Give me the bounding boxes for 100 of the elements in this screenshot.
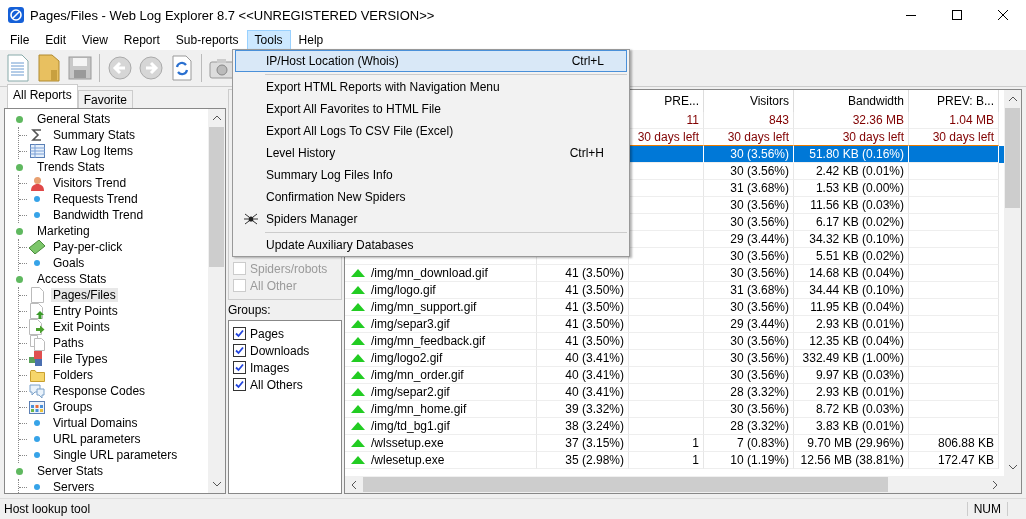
status-text: Host lookup tool: [4, 502, 92, 516]
scrollbar-thumb[interactable]: [363, 477, 888, 492]
scroll-down-icon[interactable]: [212, 482, 221, 487]
table-cell: 37 (3.15%): [565, 436, 624, 450]
checkbox-label[interactable]: Images: [250, 360, 290, 375]
tree-item[interactable]: Exit Points: [51, 320, 112, 334]
tree-item[interactable]: Pages/Files: [51, 288, 118, 302]
checkbox[interactable]: [233, 327, 246, 340]
total-cell: 1.04 MB: [909, 112, 999, 129]
tree-group[interactable]: Access Stats: [35, 272, 109, 286]
table-row[interactable]: /img/separ2.gif 40 (3.41%) 28 (3.32%) 2.93 KB (0.01%): [345, 384, 1004, 401]
tree-group[interactable]: General Stats: [35, 112, 113, 126]
table-cell: 40 (3.41%): [565, 351, 624, 365]
tree-item[interactable]: Response Codes: [51, 384, 148, 398]
scrollbar[interactable]: [1004, 90, 1021, 476]
tree-group[interactable]: Server Stats: [35, 464, 106, 478]
scroll-up-icon[interactable]: [1008, 96, 1017, 101]
tree-item[interactable]: Requests Trend: [51, 192, 140, 206]
table-row[interactable]: /img/logo.gif 41 (3.50%) 31 (3.68%) 34.44 KB (0.10%): [345, 282, 1004, 299]
table-cell: 14.68 KB (0.04%): [809, 266, 904, 280]
speech-bubble-icon: [29, 383, 45, 399]
tree-item[interactable]: Entry Points: [51, 304, 120, 318]
column-header[interactable]: Bandwidth: [794, 90, 909, 112]
table-row[interactable]: /img/mn_feedback.gif 41 (3.50%) 30 (3.56%) 12.35 KB (0.04%): [345, 333, 1004, 350]
menu-item[interactable]: Sub-reports: [167, 30, 247, 50]
close-icon[interactable]: [998, 10, 1008, 20]
tab[interactable]: All Reports: [7, 84, 78, 109]
menu-entry[interactable]: Summary Log Files Info: [235, 164, 627, 186]
tree-item[interactable]: URL parameters: [51, 432, 143, 446]
menu-entry[interactable]: Export All Logs To CSV File (Excel): [235, 120, 627, 142]
tree-item[interactable]: Servers: [51, 480, 97, 493]
menu-entry[interactable]: Export All Favorites to HTML File: [235, 98, 627, 120]
table-row[interactable]: /img/mn_order.gif 40 (3.41%) 30 (3.56%) 9.97 KB (0.03%): [345, 367, 1004, 384]
menu-entry[interactable]: Export HTML Reports with Navigation Menu: [235, 76, 627, 98]
menu-entry[interactable]: IP/Host Location (Whois) Ctrl+L: [235, 50, 627, 72]
table-cell: 12.35 KB (0.04%): [809, 334, 904, 348]
save-icon[interactable]: [67, 56, 92, 80]
tree-item[interactable]: Folders: [51, 368, 95, 382]
checkbox-label[interactable]: Downloads: [250, 343, 310, 358]
menu-item[interactable]: View: [74, 30, 116, 50]
menu-entry[interactable]: Spiders Manager: [235, 208, 627, 230]
tree-item[interactable]: Virtual Domains: [51, 416, 140, 430]
tree-item[interactable]: Goals: [51, 256, 87, 270]
table-row[interactable]: /img/td_bg1.gif 38 (3.24%) 28 (3.32%) 3.83 KB (0.01%): [345, 418, 1004, 435]
menu-entry[interactable]: Confirmation New Spiders: [235, 186, 627, 208]
checkbox[interactable]: [233, 378, 246, 391]
scroll-up-icon[interactable]: [212, 115, 221, 120]
up-triangle-icon: [351, 388, 365, 396]
table-row[interactable]: /img/mn_support.gif 41 (3.50%) 30 (3.56%) 11.95 KB (0.04%): [345, 299, 1004, 316]
table-row[interactable]: /img/mn_download.gif 41 (3.50%) 30 (3.56%) 14.68 KB (0.04%): [345, 265, 1004, 282]
tree-item[interactable]: Paths: [51, 336, 86, 350]
tree-group[interactable]: Marketing: [35, 224, 92, 238]
column-header[interactable]: PREV: B...: [909, 90, 999, 112]
scrollbar[interactable]: [345, 476, 1021, 493]
up-triangle-icon: [351, 439, 365, 447]
scroll-down-icon[interactable]: [1008, 465, 1017, 470]
menu-item[interactable]: Report: [115, 30, 168, 50]
table-row[interactable]: /wlesetup.exe 35 (2.98%) 1 10 (1.19%) 12.56 MB (38.81%) 172.47 KB: [345, 452, 1004, 469]
tree-group[interactable]: Trends Stats: [35, 160, 107, 174]
table-cell: 41 (3.50%): [565, 283, 624, 297]
maximize-icon[interactable]: [952, 10, 962, 20]
table-row[interactable]: /img/separ3.gif 41 (3.50%) 29 (3.44%) 2.93 KB (0.01%): [345, 316, 1004, 333]
table-cell: 30 (3.56%): [730, 351, 789, 365]
checkbox-label[interactable]: All Others: [250, 377, 303, 392]
table-cell: 2.93 KB (0.01%): [815, 317, 904, 331]
folder-icon: [29, 368, 45, 382]
tree-item[interactable]: Bandwidth Trend: [51, 208, 146, 222]
table-row[interactable]: /img/mn_home.gif 39 (3.32%) 30 (3.56%) 8.72 KB (0.03%): [345, 401, 1004, 418]
menu-item[interactable]: Tools: [246, 30, 291, 50]
table-row[interactable]: /wlssetup.exe 37 (3.15%) 1 7 (0.83%) 9.70 MB (29.96%) 806.88 KB: [345, 435, 1004, 452]
dot-icon: [34, 260, 40, 266]
file-path: /wlssetup.exe: [371, 436, 444, 450]
tree-item[interactable]: Pay-per-click: [51, 240, 125, 254]
menu-item[interactable]: Edit: [37, 30, 75, 50]
refresh-icon[interactable]: [171, 55, 192, 81]
tree-item[interactable]: File Types: [51, 352, 110, 366]
camera-icon[interactable]: [208, 57, 235, 79]
scrollbar-thumb[interactable]: [209, 127, 224, 267]
column-header[interactable]: Visitors: [704, 90, 794, 112]
menu-entry[interactable]: Update Auxiliary Databases: [235, 234, 627, 256]
tree-item[interactable]: Single URL parameters: [51, 448, 180, 462]
tree-item[interactable]: Summary Stats: [51, 128, 138, 142]
table-cell: 1.53 KB (0.00%): [815, 181, 904, 195]
table-row[interactable]: /img/logo2.gif 40 (3.41%) 30 (3.56%) 332.49 KB (1.00%): [345, 350, 1004, 367]
scroll-left-icon[interactable]: [351, 480, 356, 489]
checkbox[interactable]: [233, 344, 246, 357]
table-cell: 40 (3.41%): [565, 368, 624, 382]
tree-item[interactable]: Visitors Trend: [51, 176, 129, 190]
tree-item[interactable]: Raw Log Items: [51, 144, 136, 158]
page-icon: [30, 287, 44, 303]
tree-item[interactable]: Groups: [51, 400, 95, 414]
scrollbar[interactable]: [208, 109, 225, 493]
checkbox-label[interactable]: Pages: [250, 326, 285, 341]
scrollbar-thumb[interactable]: [1005, 108, 1020, 208]
table-cell: 41 (3.50%): [565, 266, 624, 280]
checkbox[interactable]: [233, 361, 246, 374]
scroll-right-icon[interactable]: [993, 480, 998, 489]
menu-item[interactable]: File: [2, 30, 38, 50]
menu-item[interactable]: Help: [290, 30, 332, 50]
window-title: Pages/Files - Web Log Explorer 8.7 <<UNREGISTERED VERSION>>: [30, 7, 436, 23]
